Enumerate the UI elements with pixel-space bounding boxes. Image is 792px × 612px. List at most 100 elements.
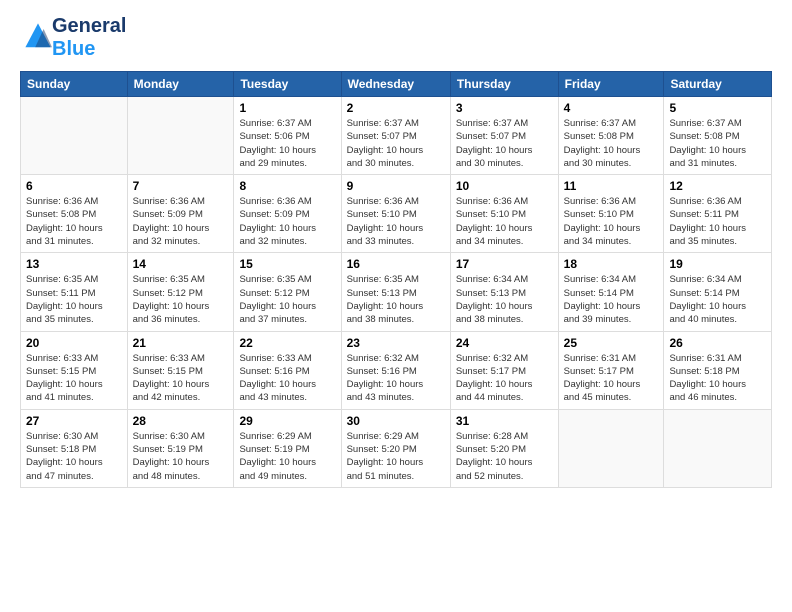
day-info: Sunrise: 6:34 AM Sunset: 5:14 PM Dayligh…	[669, 273, 766, 326]
calendar-header-saturday: Saturday	[664, 72, 772, 97]
calendar-cell: 14Sunrise: 6:35 AM Sunset: 5:12 PM Dayli…	[127, 253, 234, 331]
calendar-header-row: SundayMondayTuesdayWednesdayThursdayFrid…	[21, 72, 772, 97]
calendar-cell: 24 Sunrise: 6:32 AM Sunset: 5:17 PM Dayli…	[450, 331, 558, 409]
calendar-cell: 4 Sunrise: 6:37 AM Sunset: 5:08 PM Daylig…	[558, 97, 664, 175]
day-number: 6	[26, 179, 122, 193]
day-info: Sunrise: 6:37 AM Sunset: 5:08 PM Dayligh…	[564, 117, 659, 170]
day-number: 30	[347, 414, 445, 428]
day-number: 29	[239, 414, 335, 428]
day-info: Sunrise: 6:34 AM Sunset: 5:14 PM Dayligh…	[564, 273, 659, 326]
day-info: Sunrise: 6:33 AM Sunset: 5:15 PM Dayligh…	[133, 352, 229, 405]
page: General Blue SundayMondayTuesdayWednesda…	[0, 0, 792, 612]
calendar-header-wednesday: Wednesday	[341, 72, 450, 97]
calendar-cell: 3Sunrise: 6:37 AM Sunset: 5:07 PM Daylig…	[450, 97, 558, 175]
calendar-cell: 17 Sunrise: 6:34 AM Sunset: 5:13 PM Dayli…	[450, 253, 558, 331]
day-number: 1	[239, 101, 335, 115]
calendar-cell: 11 Sunrise: 6:36 AM Sunset: 5:10 PM Dayli…	[558, 175, 664, 253]
day-info: Sunrise: 6:35 AM Sunset: 5:13 PM Dayligh…	[347, 273, 445, 326]
calendar-cell: 28 Sunrise: 6:30 AM Sunset: 5:19 PM Dayli…	[127, 409, 234, 487]
day-info: Sunrise: 6:37 AM Sunset: 5:06 PM Dayligh…	[239, 117, 335, 170]
calendar-header-monday: Monday	[127, 72, 234, 97]
calendar-cell: 10 Sunrise: 6:36 AM Sunset: 5:10 PM Dayli…	[450, 175, 558, 253]
day-info: Sunrise: 6:30 AM Sunset: 5:19 PM Dayligh…	[133, 430, 229, 483]
calendar-cell: 22Sunrise: 6:33 AM Sunset: 5:16 PM Dayli…	[234, 331, 341, 409]
day-number: 25	[564, 336, 659, 350]
calendar-header-thursday: Thursday	[450, 72, 558, 97]
calendar-cell: 27Sunrise: 6:30 AM Sunset: 5:18 PM Dayli…	[21, 409, 128, 487]
day-info: Sunrise: 6:37 AM Sunset: 5:08 PM Dayligh…	[669, 117, 766, 170]
calendar-cell: 20Sunrise: 6:33 AM Sunset: 5:15 PM Dayli…	[21, 331, 128, 409]
day-info: Sunrise: 6:36 AM Sunset: 5:10 PM Dayligh…	[456, 195, 553, 248]
day-number: 19	[669, 257, 766, 271]
calendar-header-tuesday: Tuesday	[234, 72, 341, 97]
day-info: Sunrise: 6:36 AM Sunset: 5:08 PM Dayligh…	[26, 195, 122, 248]
day-info: Sunrise: 6:36 AM Sunset: 5:10 PM Dayligh…	[564, 195, 659, 248]
day-number: 28	[133, 414, 229, 428]
calendar-cell	[664, 409, 772, 487]
day-info: Sunrise: 6:32 AM Sunset: 5:17 PM Dayligh…	[456, 352, 553, 405]
day-number: 14	[133, 257, 229, 271]
calendar-week-2: 6 Sunrise: 6:36 AM Sunset: 5:08 PM Daylig…	[21, 175, 772, 253]
day-number: 23	[347, 336, 445, 350]
day-info: Sunrise: 6:35 AM Sunset: 5:12 PM Dayligh…	[239, 273, 335, 326]
day-number: 20	[26, 336, 122, 350]
calendar-cell: 25 Sunrise: 6:31 AM Sunset: 5:17 PM Dayli…	[558, 331, 664, 409]
calendar-header-sunday: Sunday	[21, 72, 128, 97]
day-number: 15	[239, 257, 335, 271]
day-info: Sunrise: 6:36 AM Sunset: 5:09 PM Dayligh…	[239, 195, 335, 248]
day-number: 10	[456, 179, 553, 193]
day-info: Sunrise: 6:33 AM Sunset: 5:16 PM Dayligh…	[239, 352, 335, 405]
calendar-cell: 8 Sunrise: 6:36 AM Sunset: 5:09 PM Daylig…	[234, 175, 341, 253]
calendar-cell: 1 Sunrise: 6:37 AM Sunset: 5:06 PM Daylig…	[234, 97, 341, 175]
calendar-cell: 6 Sunrise: 6:36 AM Sunset: 5:08 PM Daylig…	[21, 175, 128, 253]
header: General Blue	[20, 15, 772, 61]
day-number: 12	[669, 179, 766, 193]
day-info: Sunrise: 6:32 AM Sunset: 5:16 PM Dayligh…	[347, 352, 445, 405]
calendar-cell: 7Sunrise: 6:36 AM Sunset: 5:09 PM Daylig…	[127, 175, 234, 253]
calendar-week-3: 13 Sunrise: 6:35 AM Sunset: 5:11 PM Dayli…	[21, 253, 772, 331]
day-info: Sunrise: 6:30 AM Sunset: 5:18 PM Dayligh…	[26, 430, 122, 483]
day-info: Sunrise: 6:34 AM Sunset: 5:13 PM Dayligh…	[456, 273, 553, 326]
calendar-cell: 5Sunrise: 6:37 AM Sunset: 5:08 PM Daylig…	[664, 97, 772, 175]
day-number: 21	[133, 336, 229, 350]
calendar-cell	[21, 97, 128, 175]
calendar-header-friday: Friday	[558, 72, 664, 97]
calendar-cell	[127, 97, 234, 175]
day-info: Sunrise: 6:36 AM Sunset: 5:10 PM Dayligh…	[347, 195, 445, 248]
day-number: 9	[347, 179, 445, 193]
calendar-cell	[558, 409, 664, 487]
day-info: Sunrise: 6:29 AM Sunset: 5:19 PM Dayligh…	[239, 430, 335, 483]
calendar-cell: 12 Sunrise: 6:36 AM Sunset: 5:11 PM Dayli…	[664, 175, 772, 253]
day-number: 24	[456, 336, 553, 350]
day-number: 17	[456, 257, 553, 271]
calendar-cell: 19 Sunrise: 6:34 AM Sunset: 5:14 PM Dayli…	[664, 253, 772, 331]
calendar-cell: 29 Sunrise: 6:29 AM Sunset: 5:19 PM Dayli…	[234, 409, 341, 487]
calendar-cell: 13 Sunrise: 6:35 AM Sunset: 5:11 PM Dayli…	[21, 253, 128, 331]
calendar-cell: 21 Sunrise: 6:33 AM Sunset: 5:15 PM Dayli…	[127, 331, 234, 409]
calendar-cell: 18 Sunrise: 6:34 AM Sunset: 5:14 PM Dayli…	[558, 253, 664, 331]
day-info: Sunrise: 6:36 AM Sunset: 5:11 PM Dayligh…	[669, 195, 766, 248]
day-number: 11	[564, 179, 659, 193]
day-number: 4	[564, 101, 659, 115]
calendar-cell: 26Sunrise: 6:31 AM Sunset: 5:18 PM Dayli…	[664, 331, 772, 409]
day-info: Sunrise: 6:36 AM Sunset: 5:09 PM Dayligh…	[133, 195, 229, 248]
calendar-cell: 16 Sunrise: 6:35 AM Sunset: 5:13 PM Dayli…	[341, 253, 450, 331]
day-number: 8	[239, 179, 335, 193]
calendar-cell: 2Sunrise: 6:37 AM Sunset: 5:07 PM Daylig…	[341, 97, 450, 175]
calendar-week-1: 1 Sunrise: 6:37 AM Sunset: 5:06 PM Daylig…	[21, 97, 772, 175]
logo-text-general: General	[52, 15, 126, 38]
calendar-cell: 30 Sunrise: 6:29 AM Sunset: 5:20 PM Dayli…	[341, 409, 450, 487]
day-number: 13	[26, 257, 122, 271]
calendar-cell: 23 Sunrise: 6:32 AM Sunset: 5:16 PM Dayli…	[341, 331, 450, 409]
day-number: 16	[347, 257, 445, 271]
day-info: Sunrise: 6:31 AM Sunset: 5:17 PM Dayligh…	[564, 352, 659, 405]
day-number: 31	[456, 414, 553, 428]
day-number: 2	[347, 101, 445, 115]
calendar-cell: 31Sunrise: 6:28 AM Sunset: 5:20 PM Dayli…	[450, 409, 558, 487]
day-number: 18	[564, 257, 659, 271]
logo-icon	[24, 22, 52, 50]
calendar-cell: 15 Sunrise: 6:35 AM Sunset: 5:12 PM Dayli…	[234, 253, 341, 331]
day-info: Sunrise: 6:29 AM Sunset: 5:20 PM Dayligh…	[347, 430, 445, 483]
day-info: Sunrise: 6:35 AM Sunset: 5:11 PM Dayligh…	[26, 273, 122, 326]
logo-text-blue: Blue	[52, 38, 126, 61]
